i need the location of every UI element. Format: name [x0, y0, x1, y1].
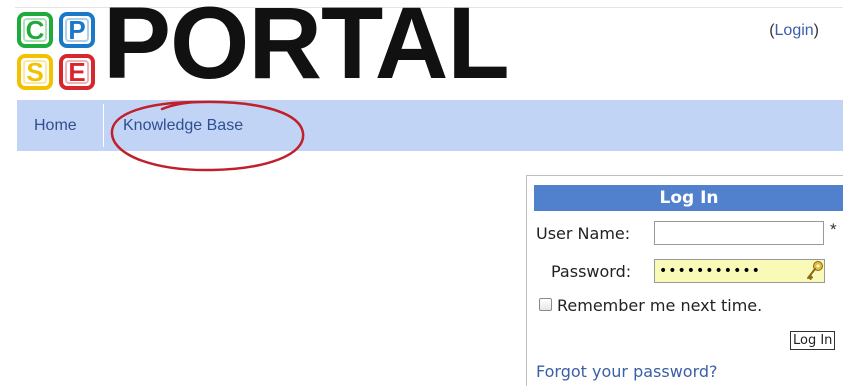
nav-home[interactable]: Home: [34, 100, 77, 151]
nav-divider: [103, 104, 104, 147]
nav-bar: Home Knowledge Base: [17, 100, 843, 151]
key-icon: [807, 261, 823, 280]
logo-tile-p: P: [59, 12, 95, 48]
remember-me-label: Remember me next time.: [557, 296, 763, 315]
forgot-password-link[interactable]: Forgot your password?: [536, 362, 718, 381]
logo-tile-e: E: [59, 54, 95, 90]
logo-tile-c: C: [17, 12, 53, 48]
login-panel-title: Log In: [534, 185, 843, 211]
cpse-logo: C P S E: [17, 12, 97, 92]
login-link[interactable]: Login: [775, 22, 814, 39]
username-label: User Name:: [536, 224, 631, 243]
username-input[interactable]: [654, 221, 824, 245]
login-paren-close: ): [813, 22, 819, 39]
nav-knowledge-base[interactable]: Knowledge Base: [123, 100, 243, 151]
password-label: Password:: [551, 262, 632, 281]
portal-wordmark: PORTAL: [103, 0, 510, 100]
required-marker: *: [830, 220, 837, 239]
login-submit-button[interactable]: Log In: [790, 331, 836, 350]
header-login: (Login): [769, 22, 819, 40]
login-panel: Log In User Name: * Password: Remember m…: [526, 175, 843, 386]
logo-tile-s: S: [17, 54, 53, 90]
password-input[interactable]: [654, 259, 825, 283]
remember-me-checkbox[interactable]: [539, 298, 552, 311]
